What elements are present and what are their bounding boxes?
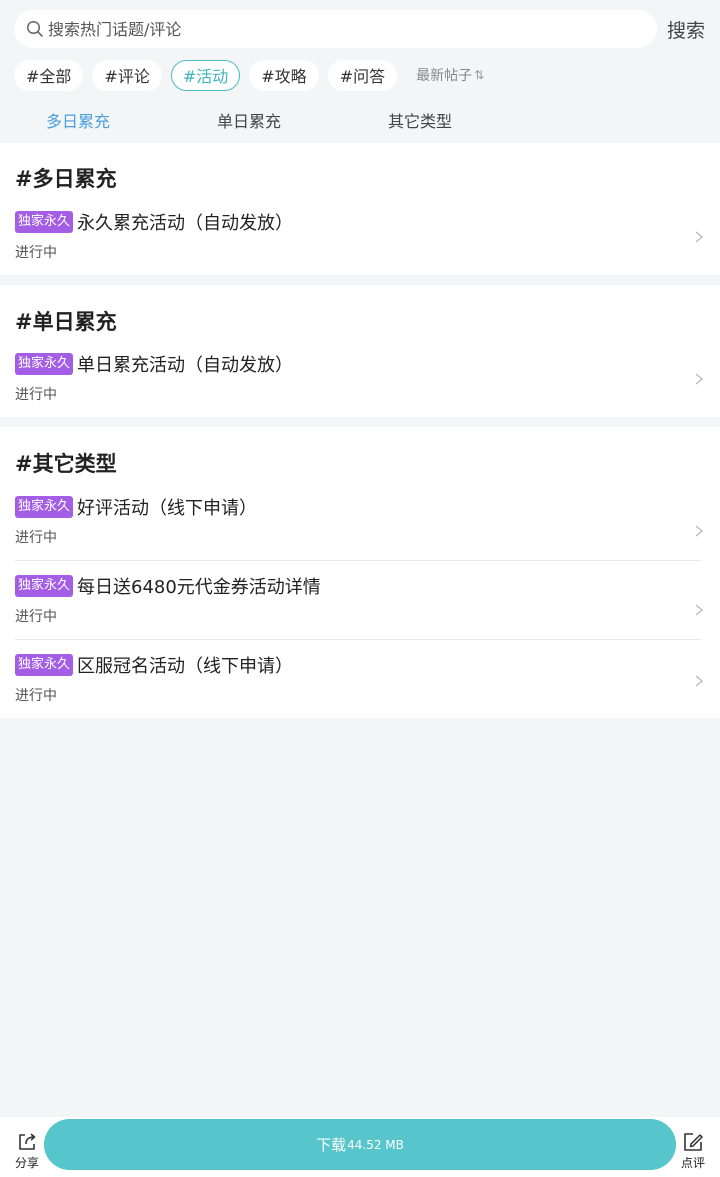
- bottom-action-bar: 分享 下载 44.52 MB 点评: [0, 1117, 720, 1177]
- list-item[interactable]: 独家永久 单日累充活动（自动发放） 进行中: [0, 353, 720, 405]
- tab-other[interactable]: 其它类型: [388, 108, 452, 132]
- item-status: 进行中: [15, 688, 57, 704]
- section-multi-day: #多日累充 独家永久 永久累充活动（自动发放） 进行中: [0, 143, 720, 275]
- item-title: 单日累充活动（自动发放）: [77, 355, 293, 376]
- section-title: #多日累充: [15, 167, 117, 191]
- review-button[interactable]: 点评: [678, 1131, 708, 1171]
- download-size: 44.52 MB: [347, 1137, 404, 1152]
- exclusive-badge: 独家永久: [15, 575, 74, 597]
- exclusive-badge: 独家永久: [15, 211, 74, 233]
- exclusive-badge: 独家永久: [15, 353, 74, 375]
- exclusive-badge: 独家永久: [15, 496, 74, 518]
- item-title: 区服冠名活动（线下申请）: [77, 656, 293, 677]
- chip-qa[interactable]: #问答: [327, 59, 398, 91]
- share-button[interactable]: 分享: [12, 1131, 42, 1171]
- chevron-right-icon: [695, 525, 704, 537]
- item-status: 进行中: [15, 245, 57, 261]
- item-title: 永久累充活动（自动发放）: [77, 213, 293, 234]
- list-item[interactable]: 独家永久 好评活动（线下申请） 进行中: [0, 496, 720, 548]
- search-icon: [26, 20, 43, 37]
- item-status: 进行中: [15, 609, 57, 625]
- review-label: 点评: [680, 1156, 705, 1170]
- item-status: 进行中: [15, 387, 57, 403]
- category-tabs: 多日累充 单日累充 其它类型: [0, 104, 720, 138]
- section-title: #单日累充: [15, 310, 117, 334]
- share-icon: [19, 1133, 36, 1150]
- chip-activity[interactable]: #活动: [170, 59, 241, 91]
- tab-multi-day[interactable]: 多日累充: [46, 108, 110, 132]
- chip-comment[interactable]: #评论: [92, 59, 162, 91]
- divider: [15, 639, 701, 640]
- edit-icon: [684, 1133, 703, 1151]
- search-input[interactable]: [48, 14, 608, 44]
- search-box[interactable]: [14, 10, 657, 48]
- section-title: #其它类型: [15, 452, 117, 476]
- chip-guide[interactable]: #攻略: [249, 59, 319, 91]
- item-status: 进行中: [15, 530, 57, 546]
- item-title: 每日送6480元代金券活动详情: [77, 577, 321, 598]
- divider: [15, 560, 701, 561]
- chevron-right-icon: [695, 675, 704, 687]
- list-item[interactable]: 独家永久 永久累充活动（自动发放） 进行中: [0, 211, 720, 263]
- sort-arrows-icon: ⇅: [474, 68, 485, 82]
- download-button[interactable]: 下载 44.52 MB: [44, 1119, 676, 1170]
- tag-filter-bar: #全部 #评论 #活动 #攻略 #问答 最新帖子 ⇅: [14, 59, 484, 91]
- chevron-right-icon: [695, 373, 704, 385]
- chevron-right-icon: [695, 604, 704, 616]
- item-title: 好评活动（线下申请）: [77, 498, 257, 519]
- search-row: 搜索: [0, 0, 720, 58]
- section-single-day: #单日累充 独家永久 单日累充活动（自动发放） 进行中: [0, 285, 720, 417]
- list-item[interactable]: 独家永久 区服冠名活动（线下申请） 进行中: [0, 654, 720, 706]
- chevron-right-icon: [695, 231, 704, 243]
- list-item[interactable]: 独家永久 每日送6480元代金券活动详情 进行中: [0, 575, 720, 627]
- share-label: 分享: [14, 1156, 39, 1170]
- sort-toggle[interactable]: 最新帖子 ⇅: [416, 65, 484, 85]
- chip-all[interactable]: #全部: [14, 59, 84, 91]
- download-label: 下载: [316, 1136, 347, 1154]
- section-other: #其它类型 独家永久 好评活动（线下申请） 进行中 独家永久 每日送6480元代…: [0, 427, 720, 718]
- exclusive-badge: 独家永久: [15, 654, 74, 676]
- tab-single-day[interactable]: 单日累充: [217, 108, 281, 132]
- sort-label: 最新帖子: [416, 68, 473, 84]
- search-button[interactable]: 搜索: [667, 16, 705, 43]
